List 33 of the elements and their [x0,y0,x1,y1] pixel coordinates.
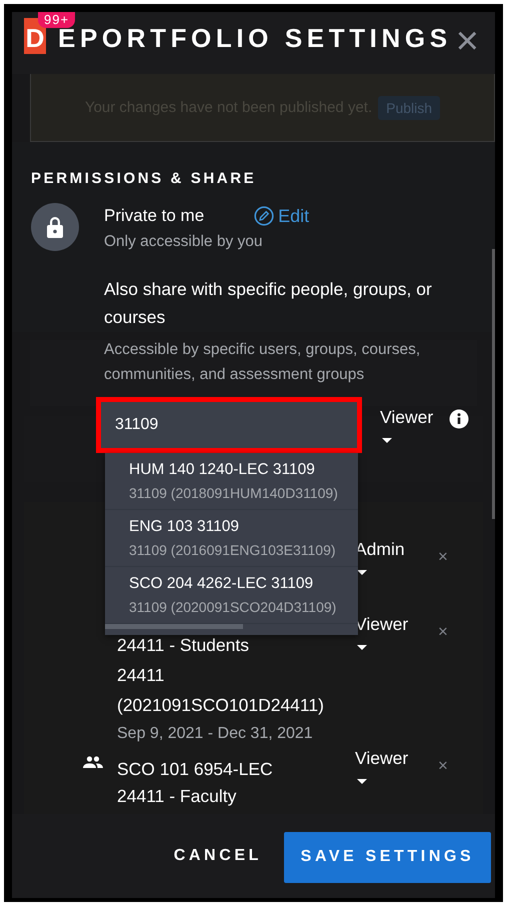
share-name: 24411 - Students [117,634,250,657]
share-name: SCO 101 6954-LEC [117,758,274,781]
role-dropdown[interactable]: Admin [355,539,438,614]
lock-icon [31,203,79,251]
section-heading: PERMISSIONS & SHARE [31,170,258,187]
save-settings-button[interactable]: SAVE SETTINGS [284,832,491,882]
caret-icon [357,779,367,784]
caret-icon [357,645,367,650]
suggestion-option[interactable]: HUM 140 1240-LEC 31109 31109 (2018091HUM140D31109) [105,453,358,510]
share-dates: Sep 9, 2021 - Dec 31, 2021 [117,724,314,744]
scrollbar[interactable] [105,624,243,629]
remove-button[interactable]: × [438,547,448,567]
caret-icon [382,438,392,443]
role-dropdown[interactable]: Viewer [380,407,434,453]
role-dropdown[interactable]: Viewer [355,748,438,810]
share-name: 24411 (2021091SCO101D24411) [117,664,325,717]
role-dropdown[interactable]: Viewer [355,614,438,748]
edit-link[interactable]: Edit [254,206,310,226]
close-button[interactable]: × [452,26,483,56]
share-description: Accessible by specific users, groups, courses, communities, and assessment groups [104,340,422,385]
scrollbar[interactable] [492,249,495,519]
pencil-icon [254,206,274,226]
search-field[interactable]: 31109 [96,397,362,453]
suggestion-option[interactable]: ENG 103 31109 31109 (2016091ENG103E31109) [105,510,358,567]
visibility-title: Private to me [104,205,204,227]
cancel-button[interactable]: CANCEL [174,839,262,873]
remove-button[interactable]: × [438,622,448,642]
visibility-subtitle: Only accessible by you [104,232,264,252]
remove-button[interactable]: × [438,756,448,776]
share-title: Also share with specific people, groups, or courses [104,278,433,329]
caret-icon [357,570,367,575]
share-name: 24411 - Faculty [117,785,238,808]
notification-badge: 99+ [38,12,76,28]
